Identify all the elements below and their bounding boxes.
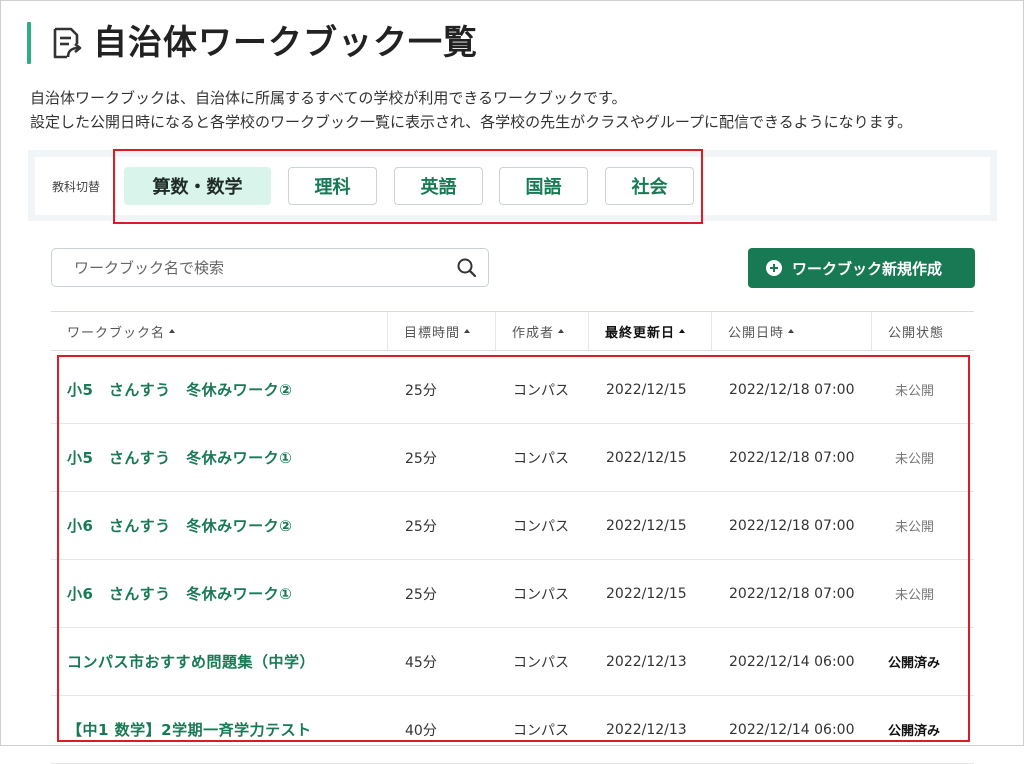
col-header-label: 公開日時: [728, 325, 785, 341]
publish-datetime: 2022/12/18 07:00: [729, 517, 855, 534]
title-accent-bar: [27, 22, 31, 64]
author: コンパス: [513, 586, 569, 603]
updated-date: 2022/12/15: [606, 449, 687, 466]
author: コンパス: [513, 450, 569, 467]
target-time: 25分: [405, 586, 437, 603]
target-time: 25分: [405, 450, 437, 467]
table-row[interactable]: 小6 さんすう 冬休みワーク① 25分 コンパス 2022/12/15 2022…: [51, 560, 974, 628]
subject-switcher-label: 教科切替: [52, 180, 101, 194]
updated-date: 2022/12/15: [606, 585, 687, 602]
new-workbook-button[interactable]: ワークブック新規作成: [748, 248, 975, 288]
col-header-author[interactable]: 作成者: [496, 312, 589, 350]
page-description: 自治体ワークブックは、自治体に所属するすべての学校が利用できるワークブックです。…: [30, 86, 912, 134]
publish-status: 未公開: [895, 452, 935, 467]
tab-math[interactable]: 算数・数学: [124, 167, 271, 205]
publish-status: 未公開: [895, 520, 935, 535]
description-line: 自治体ワークブックは、自治体に所属するすべての学校が利用できるワークブックです。: [30, 89, 627, 107]
col-header-updated[interactable]: 最終更新日: [589, 312, 712, 350]
workbook-share-icon: [53, 27, 82, 59]
publish-datetime: 2022/12/14 06:00: [729, 653, 855, 670]
target-time: 25分: [405, 518, 437, 535]
sort-asc-icon: [679, 329, 686, 333]
tab-social-studies[interactable]: 社会: [605, 167, 694, 205]
search-icon[interactable]: [456, 257, 478, 279]
col-header-label: 作成者: [512, 325, 555, 341]
target-time: 45分: [405, 654, 437, 671]
workbook-name-link[interactable]: 小5 さんすう 冬休みワーク②: [67, 356, 292, 423]
col-header-status: 公開状態: [872, 312, 974, 350]
updated-date: 2022/12/15: [606, 381, 687, 398]
publish-datetime: 2022/12/14 06:00: [729, 721, 855, 738]
author: コンパス: [513, 518, 569, 535]
col-header-publish-at[interactable]: 公開日時: [712, 312, 872, 350]
table-header: ワークブック名 目標時間 作成者 最終更新日 公開日時 公開状態: [51, 311, 974, 351]
author: コンパス: [513, 654, 569, 671]
publish-status: 公開済み: [888, 724, 941, 739]
new-workbook-label: ワークブック新規作成: [792, 259, 943, 278]
tab-english[interactable]: 英語: [394, 167, 483, 205]
table-row[interactable]: 小5 さんすう 冬休みワーク② 25分 コンパス 2022/12/15 2022…: [51, 356, 974, 424]
description-line: 設定した公開日時になると各学校のワークブック一覧に表示され、各学校の先生がクラス…: [30, 113, 913, 131]
table-row[interactable]: 小5 さんすう 冬休みワーク① 25分 コンパス 2022/12/15 2022…: [51, 424, 974, 492]
publish-datetime: 2022/12/18 07:00: [729, 449, 855, 466]
col-header-label: 目標時間: [404, 325, 461, 341]
sort-asc-icon: [788, 329, 795, 333]
sort-asc-icon: [558, 329, 565, 333]
target-time: 25分: [405, 382, 437, 399]
sort-asc-icon: [169, 329, 176, 333]
updated-date: 2022/12/13: [606, 653, 687, 670]
workbook-name-link[interactable]: 小6 さんすう 冬休みワーク①: [67, 560, 292, 627]
publish-status: 公開済み: [888, 656, 941, 671]
table-row[interactable]: 【中1 数学】2学期一斉学力テスト 40分 コンパス 2022/12/13 20…: [51, 696, 974, 764]
col-header-time[interactable]: 目標時間: [388, 312, 496, 350]
tab-science[interactable]: 理科: [288, 167, 377, 205]
plus-circle-icon: [766, 260, 782, 276]
workbook-name-link[interactable]: コンパス市おすすめ問題集（中学）: [67, 628, 315, 695]
updated-date: 2022/12/15: [606, 517, 687, 534]
search-box: [51, 248, 489, 287]
publish-datetime: 2022/12/18 07:00: [729, 381, 855, 398]
author: コンパス: [513, 382, 569, 399]
col-header-label: 公開状態: [888, 325, 945, 341]
col-header-name[interactable]: ワークブック名: [51, 312, 388, 350]
workbook-name-link[interactable]: 【中1 数学】2学期一斉学力テスト: [67, 696, 312, 763]
publish-datetime: 2022/12/18 07:00: [729, 585, 855, 602]
target-time: 40分: [405, 722, 437, 739]
workbook-name-link[interactable]: 小5 さんすう 冬休みワーク①: [67, 424, 292, 491]
search-input[interactable]: [74, 249, 444, 286]
table-row[interactable]: 小6 さんすう 冬休みワーク② 25分 コンパス 2022/12/15 2022…: [51, 492, 974, 560]
workbook-name-link[interactable]: 小6 さんすう 冬休みワーク②: [67, 492, 292, 559]
updated-date: 2022/12/13: [606, 721, 687, 738]
col-header-label: 最終更新日: [605, 325, 676, 341]
table-row[interactable]: コンパス市おすすめ問題集（中学） 45分 コンパス 2022/12/13 202…: [51, 628, 974, 696]
sort-asc-icon: [464, 329, 471, 333]
author: コンパス: [513, 722, 569, 739]
tab-japanese[interactable]: 国語: [499, 167, 588, 205]
publish-status: 未公開: [895, 588, 935, 603]
col-header-label: ワークブック名: [67, 325, 166, 341]
publish-status: 未公開: [895, 384, 935, 399]
page-title: 自治体ワークブック一覧: [93, 23, 478, 63]
